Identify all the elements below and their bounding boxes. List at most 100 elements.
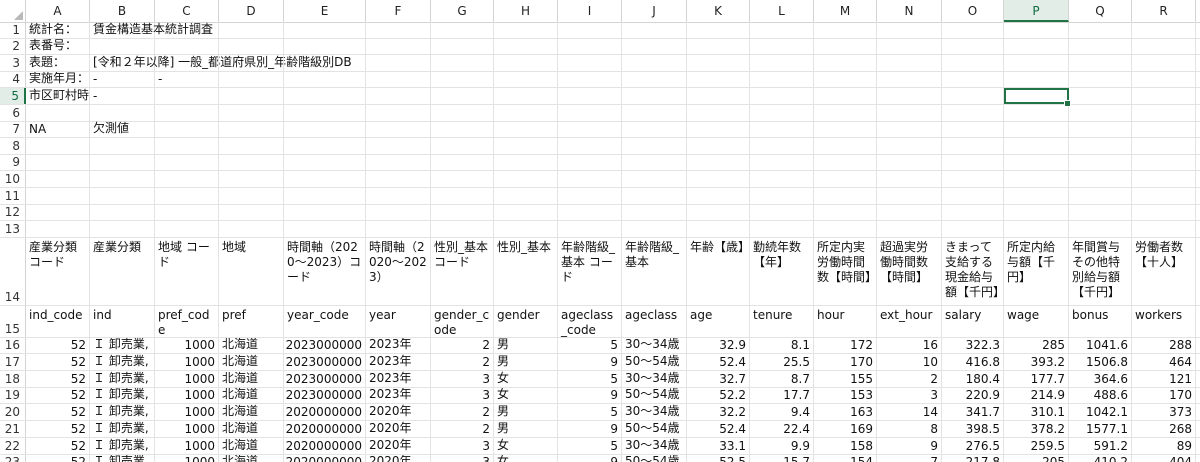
cell-c[interactable] xyxy=(155,187,219,204)
cell-o[interactable] xyxy=(942,204,1004,221)
cell-f[interactable] xyxy=(366,221,431,237)
cell-n[interactable]: 8 xyxy=(877,421,942,437)
cell-h[interactable]: 性別_基本 xyxy=(494,237,558,305)
cell-b[interactable]: - xyxy=(90,88,155,104)
row-header[interactable]: 20 xyxy=(0,404,26,421)
cell-c[interactable] xyxy=(155,171,219,187)
cell-k[interactable]: 年齢【歳】 xyxy=(687,237,750,305)
cell-r[interactable]: 288 xyxy=(1132,337,1196,354)
cell-q[interactable]: 1506.8 xyxy=(1069,354,1132,371)
cell-d[interactable]: 北海道 xyxy=(219,387,284,404)
row-header[interactable]: 21 xyxy=(0,421,26,437)
cell-i[interactable] xyxy=(558,204,622,221)
cell-l[interactable]: 25.5 xyxy=(750,354,814,371)
cell-f[interactable] xyxy=(366,88,431,104)
cell-f[interactable] xyxy=(366,204,431,221)
cell-j[interactable] xyxy=(622,121,687,138)
cell-c[interactable] xyxy=(155,121,219,138)
cell-q[interactable] xyxy=(1069,138,1132,154)
cell-q[interactable] xyxy=(1069,88,1132,104)
cell-a[interactable]: 実施年月： xyxy=(26,71,90,88)
cell-b[interactable] xyxy=(90,187,155,204)
cell-a[interactable]: 表番号： xyxy=(26,38,90,55)
cell-i[interactable] xyxy=(558,154,622,171)
cell-j[interactable] xyxy=(622,204,687,221)
cell-c[interactable]: 1000 xyxy=(155,421,219,437)
cell-i[interactable] xyxy=(558,171,622,187)
cell-g[interactable] xyxy=(431,187,494,204)
cell-n[interactable]: ext_hour xyxy=(877,305,942,337)
cell-g[interactable]: 3 xyxy=(431,454,494,462)
cell-e[interactable] xyxy=(284,204,366,221)
cell-i[interactable]: ageclass_code xyxy=(558,305,622,337)
cell-q[interactable] xyxy=(1069,121,1132,138)
cell-j[interactable] xyxy=(622,171,687,187)
cell-j[interactable]: 50〜54歳 xyxy=(622,421,687,437)
column-header-f[interactable]: F xyxy=(366,0,431,22)
cell-h[interactable] xyxy=(494,171,558,187)
cell-l[interactable] xyxy=(750,38,814,55)
cell-d[interactable] xyxy=(219,154,284,171)
cell-p[interactable] xyxy=(1004,154,1069,171)
cell-j[interactable] xyxy=(622,55,687,71)
cell-d[interactable] xyxy=(219,138,284,154)
cell-j[interactable] xyxy=(622,71,687,88)
select-all-button[interactable] xyxy=(0,0,26,22)
cell-j[interactable]: 30〜34歳 xyxy=(622,404,687,421)
cell-m[interactable] xyxy=(814,154,877,171)
cell-a[interactable]: 表題： xyxy=(26,55,90,71)
cell-e[interactable] xyxy=(284,221,366,237)
cell-k[interactable]: 32.7 xyxy=(687,371,750,387)
cell-g[interactable]: 3 xyxy=(431,387,494,404)
cell-l[interactable] xyxy=(750,22,814,38)
cell-i[interactable] xyxy=(558,22,622,38)
cell-p[interactable]: 259.5 xyxy=(1004,437,1069,454)
row-header[interactable]: 23 xyxy=(0,454,26,462)
cell-f[interactable]: 2020年 xyxy=(366,437,431,454)
row-header[interactable]: 16 xyxy=(0,337,26,354)
cell-q[interactable]: 年間賞与その他特別給与額【千円】 xyxy=(1069,237,1132,305)
cell-n[interactable]: 超過実労働時間数【時間】 xyxy=(877,237,942,305)
cell-n[interactable]: 3 xyxy=(877,387,942,404)
cell-b[interactable]: Ｉ 卸売業, xyxy=(90,337,155,354)
cell-r[interactable] xyxy=(1132,104,1196,121)
cell-n[interactable]: 10 xyxy=(877,354,942,371)
cell-c[interactable]: pref_code xyxy=(155,305,219,337)
cell-h[interactable] xyxy=(494,138,558,154)
cell-r[interactable] xyxy=(1132,38,1196,55)
cell-e[interactable] xyxy=(284,88,366,104)
cell-m[interactable]: 163 xyxy=(814,404,877,421)
cell-f[interactable]: 2020年 xyxy=(366,454,431,462)
cell-m[interactable] xyxy=(814,221,877,237)
cell-p[interactable]: 177.7 xyxy=(1004,371,1069,387)
cell-k[interactable]: 33.1 xyxy=(687,437,750,454)
row-header[interactable]: 10 xyxy=(0,171,26,187)
cell-j[interactable] xyxy=(622,221,687,237)
column-header-l[interactable]: L xyxy=(750,0,814,22)
cell-a[interactable] xyxy=(26,138,90,154)
cell-n[interactable] xyxy=(877,38,942,55)
cell-a[interactable]: 52 xyxy=(26,337,90,354)
cell-l[interactable]: 8.1 xyxy=(750,337,814,354)
cell-h[interactable] xyxy=(494,55,558,71)
cell-f[interactable] xyxy=(366,22,431,38)
cell-k[interactable] xyxy=(687,88,750,104)
cell-f[interactable]: 2020年 xyxy=(366,421,431,437)
cell-j[interactable] xyxy=(622,154,687,171)
cell-r[interactable] xyxy=(1132,138,1196,154)
cell-d[interactable] xyxy=(219,187,284,204)
cell-m[interactable] xyxy=(814,71,877,88)
cell-d[interactable] xyxy=(219,171,284,187)
cell-f[interactable]: 2023年 xyxy=(366,337,431,354)
cell-d[interactable]: 地域 xyxy=(219,237,284,305)
cell-j[interactable]: ageclass xyxy=(622,305,687,337)
cell-d[interactable] xyxy=(219,55,284,71)
cell-h[interactable]: 女 xyxy=(494,371,558,387)
cell-l[interactable]: 9.9 xyxy=(750,437,814,454)
cell-o[interactable]: 220.9 xyxy=(942,387,1004,404)
cell-a[interactable]: 52 xyxy=(26,387,90,404)
cell-o[interactable]: 398.5 xyxy=(942,421,1004,437)
cell-h[interactable]: 男 xyxy=(494,354,558,371)
cell-n[interactable] xyxy=(877,204,942,221)
cell-i[interactable]: 5 xyxy=(558,404,622,421)
